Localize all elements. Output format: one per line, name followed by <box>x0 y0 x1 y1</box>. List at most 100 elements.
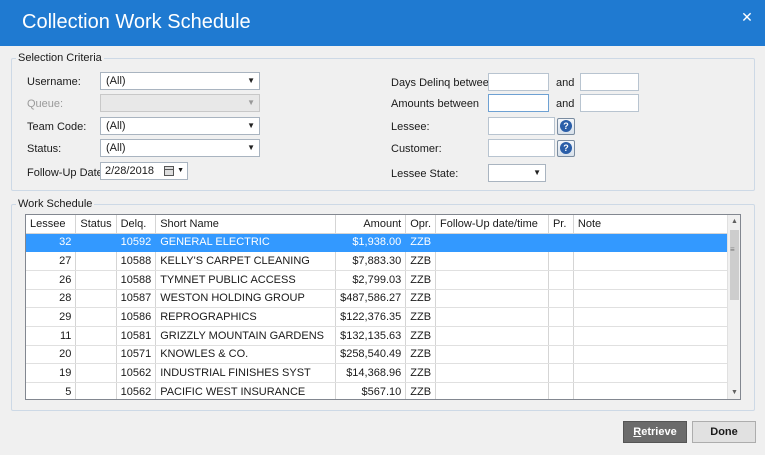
chevron-down-icon[interactable]: ▼ <box>177 163 184 179</box>
retrieve-button[interactable]: Retrieve <box>623 421 687 443</box>
cell-pr[interactable] <box>548 307 574 327</box>
cell-pr[interactable] <box>548 289 574 309</box>
table-row[interactable]: 32 10592 GENERAL ELECTRIC $1,938.00 ZZB <box>26 233 740 253</box>
cell-amount[interactable]: $122,376.35 <box>335 307 407 327</box>
table-row[interactable]: 29 10586 REPROGRAPHICS $122,376.35 ZZB <box>26 307 740 327</box>
cell-pr[interactable] <box>548 233 574 253</box>
cell-delq[interactable]: 10571 <box>116 345 157 365</box>
followup-date-picker[interactable]: 2/28/2018 ▼ <box>100 162 188 180</box>
cell-followup[interactable] <box>435 326 549 346</box>
cell-followup[interactable] <box>435 251 549 271</box>
cell-status[interactable] <box>75 270 117 290</box>
cell-followup[interactable] <box>435 363 549 383</box>
cell-lessee[interactable]: 28 <box>26 289 77 309</box>
cell-lessee[interactable]: 29 <box>26 307 77 327</box>
cell-opr[interactable]: ZZB <box>405 363 437 383</box>
cell-note[interactable] <box>573 363 740 383</box>
column-header-followup[interactable]: Follow-Up date/time <box>435 215 549 234</box>
cell-delq[interactable]: 10588 <box>116 251 157 271</box>
cell-note[interactable] <box>573 289 740 309</box>
cell-short-name[interactable]: TYMNET PUBLIC ACCESS <box>155 270 337 290</box>
table-row[interactable]: 11 10581 GRIZZLY MOUNTAIN GARDENS $132,135.… <box>26 326 740 346</box>
cell-opr[interactable]: ZZB <box>405 345 437 365</box>
cell-short-name[interactable]: GENERAL ELECTRIC <box>155 233 337 253</box>
cell-opr[interactable]: ZZB <box>405 307 437 327</box>
cell-opr[interactable]: ZZB <box>405 326 437 346</box>
customer-input[interactable] <box>488 139 555 157</box>
column-header-note[interactable]: Note <box>573 215 740 234</box>
days-delinq-to-input[interactable] <box>580 73 639 91</box>
column-header-pr[interactable]: Pr. <box>548 215 574 234</box>
cell-note[interactable] <box>573 251 740 271</box>
table-row[interactable]: 28 10587 WESTON HOLDING GROUP $487,586.27 ZZ… <box>26 289 740 309</box>
table-row[interactable]: 19 10562 INDUSTRIAL FINISHES SYST $14,368.9… <box>26 363 740 383</box>
cell-pr[interactable] <box>548 326 574 346</box>
cell-status[interactable] <box>75 251 117 271</box>
cell-short-name[interactable]: KELLY'S CARPET CLEANING <box>155 251 337 271</box>
vertical-scrollbar[interactable]: ▲ ≡ ▼ <box>727 215 740 399</box>
cell-lessee[interactable]: 32 <box>26 233 77 253</box>
table-row[interactable]: 27 10588 KELLY'S CARPET CLEANING $7,883.30 Z… <box>26 251 740 271</box>
close-icon[interactable]: ✕ <box>737 8 757 26</box>
cell-short-name[interactable]: PACIFIC WEST INSURANCE <box>155 382 337 399</box>
amounts-from-input[interactable] <box>488 94 549 112</box>
column-header-opr[interactable]: Opr. <box>405 215 437 234</box>
customer-lookup-button[interactable]: ? <box>557 140 575 157</box>
cell-followup[interactable] <box>435 233 549 253</box>
cell-pr[interactable] <box>548 363 574 383</box>
cell-short-name[interactable]: GRIZZLY MOUNTAIN GARDENS <box>155 326 337 346</box>
cell-lessee[interactable]: 20 <box>26 345 77 365</box>
cell-note[interactable] <box>573 270 740 290</box>
table-row[interactable]: 20 10571 KNOWLES & CO. $258,540.49 ZZB <box>26 345 740 365</box>
table-row[interactable]: 5 10562 PACIFIC WEST INSURANCE $567.10 ZZB <box>26 382 740 399</box>
status-select[interactable]: (All) ▼ <box>100 139 260 157</box>
cell-followup[interactable] <box>435 270 549 290</box>
cell-followup[interactable] <box>435 307 549 327</box>
column-header-amount[interactable]: Amount <box>335 215 407 234</box>
lessee-state-select[interactable]: ▼ <box>488 164 546 182</box>
work-schedule-grid[interactable]: Lessee Status Delq. Short Name Amount Op… <box>25 214 741 400</box>
cell-lessee[interactable]: 11 <box>26 326 77 346</box>
cell-delq[interactable]: 10581 <box>116 326 157 346</box>
cell-pr[interactable] <box>548 345 574 365</box>
cell-delq[interactable]: 10562 <box>116 382 157 399</box>
username-select[interactable]: (All) ▼ <box>100 72 260 90</box>
team-code-select[interactable]: (All) ▼ <box>100 117 260 135</box>
cell-status[interactable] <box>75 345 117 365</box>
days-delinq-from-input[interactable] <box>488 73 549 91</box>
cell-delq[interactable]: 10562 <box>116 363 157 383</box>
cell-opr[interactable]: ZZB <box>405 270 437 290</box>
column-header-delq[interactable]: Delq. <box>116 215 157 234</box>
cell-status[interactable] <box>75 363 117 383</box>
done-button[interactable]: Done <box>692 421 756 443</box>
cell-amount[interactable]: $7,883.30 <box>335 251 407 271</box>
cell-amount[interactable]: $258,540.49 <box>335 345 407 365</box>
cell-status[interactable] <box>75 326 117 346</box>
cell-note[interactable] <box>573 345 740 365</box>
cell-followup[interactable] <box>435 289 549 309</box>
cell-opr[interactable]: ZZB <box>405 289 437 309</box>
scroll-down-icon[interactable]: ▼ <box>728 386 740 399</box>
cell-note[interactable] <box>573 382 740 399</box>
cell-short-name[interactable]: INDUSTRIAL FINISHES SYST <box>155 363 337 383</box>
cell-status[interactable] <box>75 382 117 399</box>
cell-opr[interactable]: ZZB <box>405 251 437 271</box>
cell-lessee[interactable]: 27 <box>26 251 77 271</box>
column-header-status[interactable]: Status <box>75 215 117 234</box>
cell-delq[interactable]: 10587 <box>116 289 157 309</box>
cell-short-name[interactable]: WESTON HOLDING GROUP <box>155 289 337 309</box>
cell-followup[interactable] <box>435 382 549 399</box>
column-header-short-name[interactable]: Short Name <box>155 215 337 234</box>
column-header-lessee[interactable]: Lessee <box>26 215 77 234</box>
cell-opr[interactable]: ZZB <box>405 382 437 399</box>
cell-status[interactable] <box>75 307 117 327</box>
cell-amount[interactable]: $567.10 <box>335 382 407 399</box>
cell-status[interactable] <box>75 289 117 309</box>
cell-amount[interactable]: $487,586.27 <box>335 289 407 309</box>
lessee-input[interactable] <box>488 117 555 135</box>
scroll-up-icon[interactable]: ▲ <box>728 215 740 228</box>
calendar-icon[interactable] <box>164 166 174 176</box>
cell-amount[interactable]: $1,938.00 <box>335 233 407 253</box>
cell-short-name[interactable]: KNOWLES & CO. <box>155 345 337 365</box>
cell-followup[interactable] <box>435 345 549 365</box>
